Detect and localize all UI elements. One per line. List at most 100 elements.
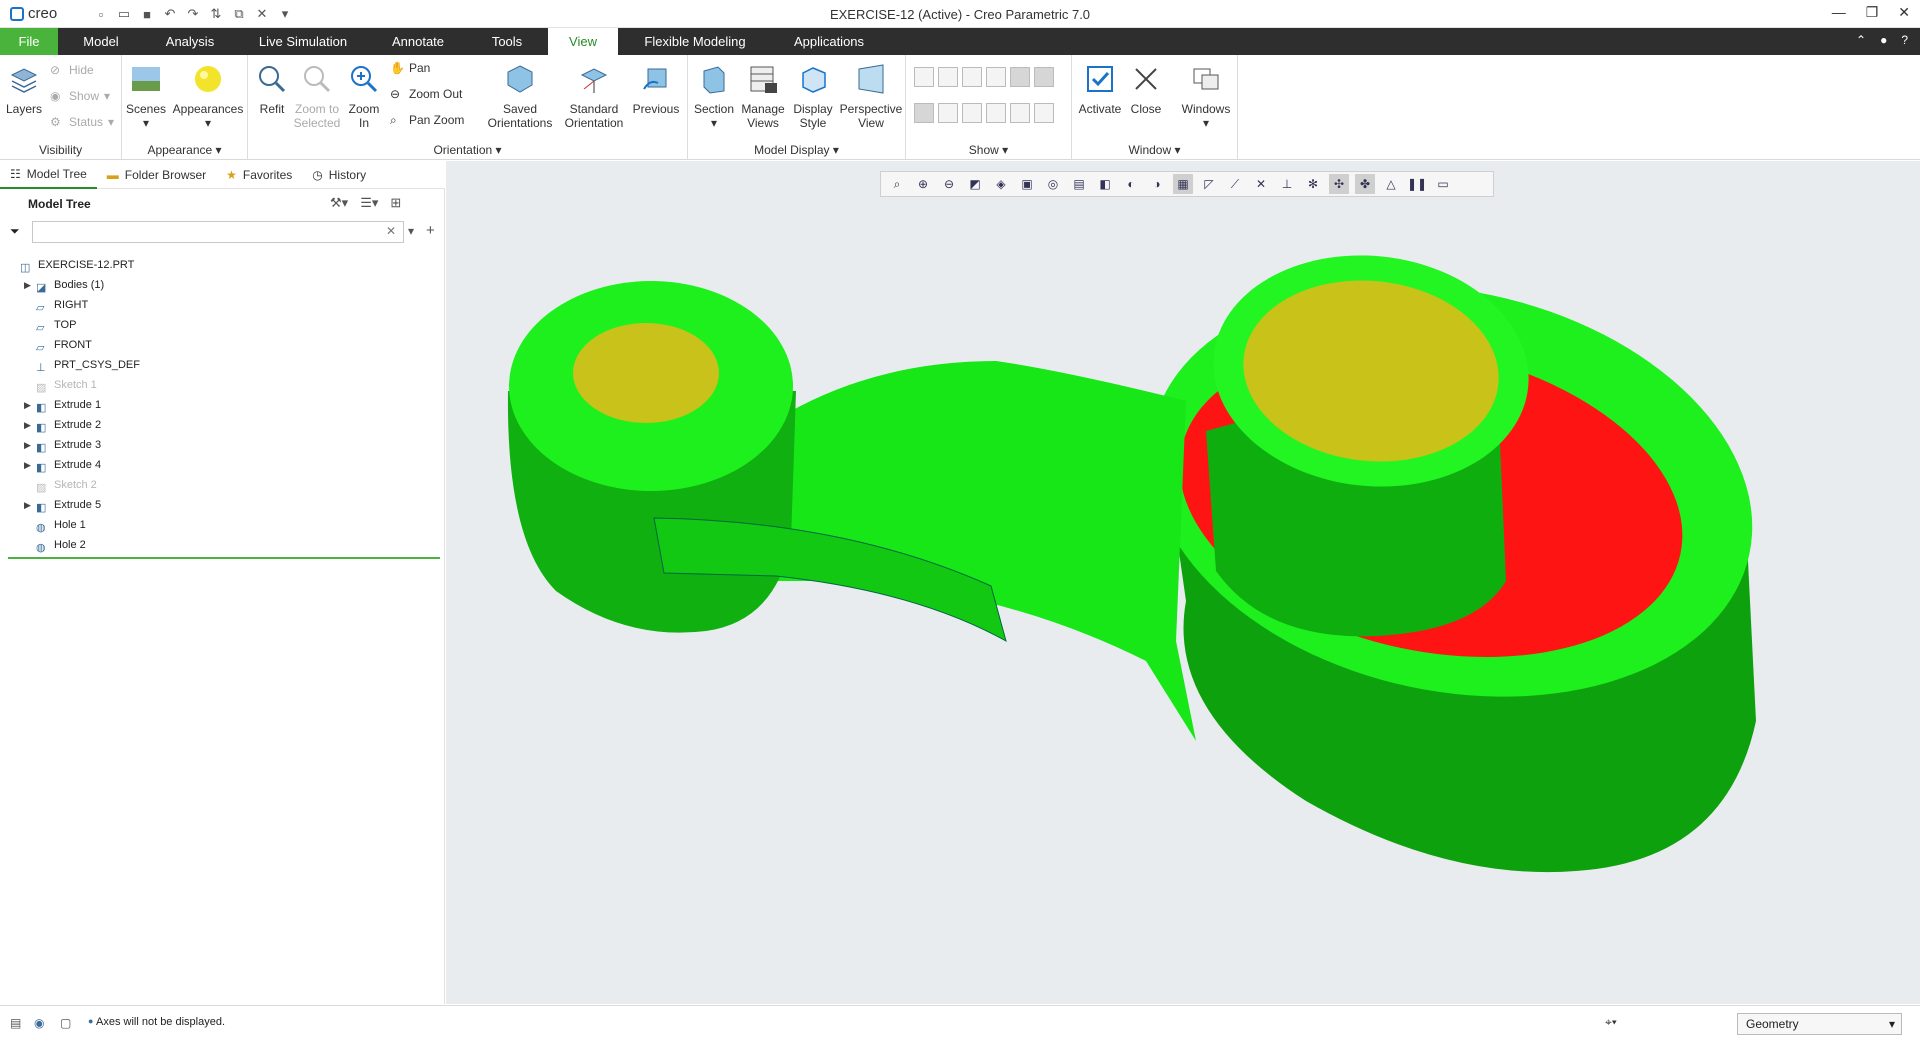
standard-orientation-label: Standard Orientation — [564, 102, 624, 130]
appearances-button[interactable]: Appearances ▾ — [170, 63, 246, 130]
refit-button[interactable]: Refit — [252, 63, 292, 116]
standard-orientation-button[interactable]: Standard Orientation — [562, 63, 626, 130]
scenes-button[interactable]: Scenes ▾ — [126, 63, 166, 130]
tab-favorites[interactable]: ★ Favorites — [216, 161, 302, 189]
perspective-view-button[interactable]: Perspective View — [838, 63, 904, 130]
tree-settings-icon[interactable]: ⚒▾ — [330, 195, 348, 211]
tab-annotate[interactable]: Annotate — [375, 28, 461, 55]
tree-filter-icon[interactable]: ⊞ — [390, 195, 401, 211]
tree-item[interactable]: ◍ Hole 2 — [10, 535, 440, 555]
annotation-toggle[interactable] — [914, 103, 934, 123]
tree-item[interactable]: ◍ Hole 1 — [10, 515, 440, 535]
zoom-in-button[interactable]: Zoom In — [344, 63, 384, 130]
spin-center-toggle[interactable] — [1010, 103, 1030, 123]
group-model-display-text: Model Display — [754, 143, 830, 157]
layers-button[interactable]: Layers — [4, 63, 44, 116]
search-options-icon[interactable]: ▾ — [408, 224, 414, 238]
selection-filter-dropdown[interactable]: Geometry ▾ — [1737, 1013, 1902, 1035]
pan-zoom-button[interactable]: ⌕ Pan Zoom — [390, 113, 464, 127]
section-button[interactable]: Section ▾ — [692, 63, 736, 130]
fullscreen-icon[interactable]: ▢ — [60, 1016, 71, 1030]
expand-arrow-icon[interactable]: ▶ — [24, 495, 34, 515]
add-item-icon[interactable]: + — [426, 222, 435, 239]
find-icon[interactable]: ⌖▾ — [1605, 1015, 1617, 1030]
expand-arrow-icon[interactable]: ▶ — [24, 455, 34, 475]
csys-tag-toggle[interactable] — [986, 103, 1006, 123]
zoom-out-button[interactable]: ⊖ Zoom Out — [390, 87, 462, 101]
clear-search-icon[interactable]: ✕ — [386, 224, 396, 238]
pan-button[interactable]: ✋ Pan — [390, 61, 430, 75]
expand-arrow-icon[interactable]: ▶ — [24, 435, 34, 455]
tab-live-simulation[interactable]: Live Simulation — [248, 28, 358, 55]
group-model-display-label[interactable]: Model Display ▾ — [688, 143, 905, 157]
user-icon[interactable]: ● — [1880, 33, 1887, 47]
close-button[interactable]: Close — [1126, 63, 1166, 116]
group-window-label[interactable]: Window ▾ — [1072, 143, 1237, 157]
tree-item[interactable]: ▶ ◧ Extrude 3 — [10, 435, 440, 455]
browser-icon[interactable]: ◉ — [34, 1016, 44, 1030]
tab-model-tree[interactable]: ☷ Model Tree — [0, 161, 97, 189]
plane-tag-toggle[interactable] — [1010, 67, 1030, 87]
hide-button[interactable]: ⊘ Hide — [50, 63, 94, 77]
tab-tools[interactable]: Tools — [478, 28, 536, 55]
collapse-ribbon-icon[interactable]: ⌃ — [1856, 33, 1866, 47]
csys-display-toggle[interactable] — [986, 67, 1006, 87]
group-appearance-label[interactable]: Appearance ▾ — [122, 143, 247, 157]
tree-item[interactable]: ▶ ◧ Extrude 4 — [10, 455, 440, 475]
toggle-navigator-icon[interactable]: ▤ — [10, 1016, 21, 1030]
expand-arrow-icon[interactable]: ▶ — [24, 395, 34, 415]
close-icon[interactable]: ✕ — [1898, 4, 1910, 21]
tree-item[interactable]: ▱ FRONT — [10, 335, 440, 355]
tree-item[interactable]: ◫ EXERCISE-12.PRT — [10, 255, 440, 275]
graphics-window[interactable]: ⌕ ⊕ ⊖ ◩ ◈ ▣ ◎ ▤ ◧ ◐ ◑ ▦ ◸ ⟋ ✕ ⊥ ✻ ✣ ✤ △ … — [446, 161, 1920, 1004]
windows-button[interactable]: Windows ▾ — [1176, 63, 1236, 130]
insert-here-marker[interactable] — [8, 557, 440, 559]
help-icon[interactable]: ? — [1901, 33, 1908, 47]
tab-flexible-modeling[interactable]: Flexible Modeling — [630, 28, 760, 55]
tree-item[interactable]: ▨ Sketch 2 — [10, 475, 440, 495]
tree-item[interactable]: ▶ ◧ Extrude 1 — [10, 395, 440, 415]
tab-file[interactable]: File — [0, 28, 58, 55]
expand-arrow-icon[interactable]: ▶ — [24, 415, 34, 435]
zoom-to-selected-button[interactable]: Zoom to Selected — [292, 63, 342, 130]
expand-arrow-icon[interactable]: ▶ — [24, 275, 34, 295]
saved-orientations-button[interactable]: Saved Orientations — [480, 63, 560, 130]
plane-display-toggle[interactable] — [914, 67, 934, 87]
axis-display-toggle[interactable] — [938, 67, 958, 87]
tab-applications[interactable]: Applications — [780, 28, 878, 55]
restore-icon[interactable]: ❐ — [1866, 4, 1879, 21]
tab-model[interactable]: Model — [68, 28, 134, 55]
tree-item[interactable]: ▶ ◧ Extrude 2 — [10, 415, 440, 435]
display-style-button[interactable]: Display Style — [790, 63, 836, 130]
manage-views-button[interactable]: Manage Views — [738, 63, 788, 130]
tree-columns-icon[interactable]: ☰▾ — [360, 195, 378, 211]
tab-folder-browser[interactable]: ▬ Folder Browser — [97, 161, 216, 189]
minimize-icon[interactable]: — — [1832, 4, 1846, 21]
group-show-label[interactable]: Show ▾ — [906, 143, 1071, 157]
point-symbol-toggle[interactable] — [962, 103, 982, 123]
tab-view[interactable]: View — [548, 28, 618, 55]
extrude-icon: ◧ — [36, 462, 47, 474]
tree-item[interactable]: ▨ Sketch 1 — [10, 375, 440, 395]
axis-tag-toggle[interactable] — [938, 103, 958, 123]
point-display-toggle[interactable] — [962, 67, 982, 87]
scenes-label: Scenes — [126, 102, 167, 116]
tree-item[interactable]: ▶ ◪ Bodies (1) — [10, 275, 440, 295]
activate-button[interactable]: Activate — [1076, 63, 1124, 116]
point-tag-toggle[interactable] — [1034, 67, 1054, 87]
show-button[interactable]: ◉ Show ▾ — [50, 89, 110, 103]
tree-item[interactable]: ⊥ PRT_CSYS_DEF — [10, 355, 440, 375]
tree-item[interactable]: ▱ TOP — [10, 315, 440, 335]
tree-item[interactable]: ▱ RIGHT — [10, 295, 440, 315]
tab-analysis[interactable]: Analysis — [150, 28, 230, 55]
zoom-out-label: Zoom Out — [409, 87, 463, 101]
tree-item[interactable]: ▶ ◧ Extrude 5 — [10, 495, 440, 515]
datum-curve-toggle[interactable] — [1034, 103, 1054, 123]
group-appearance-text: Appearance — [147, 143, 213, 157]
part-model-3d[interactable] — [446, 161, 1920, 1004]
group-orientation-label[interactable]: Orientation ▾ — [248, 143, 687, 157]
previous-button[interactable]: Previous — [628, 63, 684, 116]
status-button[interactable]: ⚙ Status ▾ — [50, 115, 114, 129]
tab-history[interactable]: ◷ History — [302, 161, 376, 189]
tree-search-input[interactable] — [32, 221, 404, 243]
